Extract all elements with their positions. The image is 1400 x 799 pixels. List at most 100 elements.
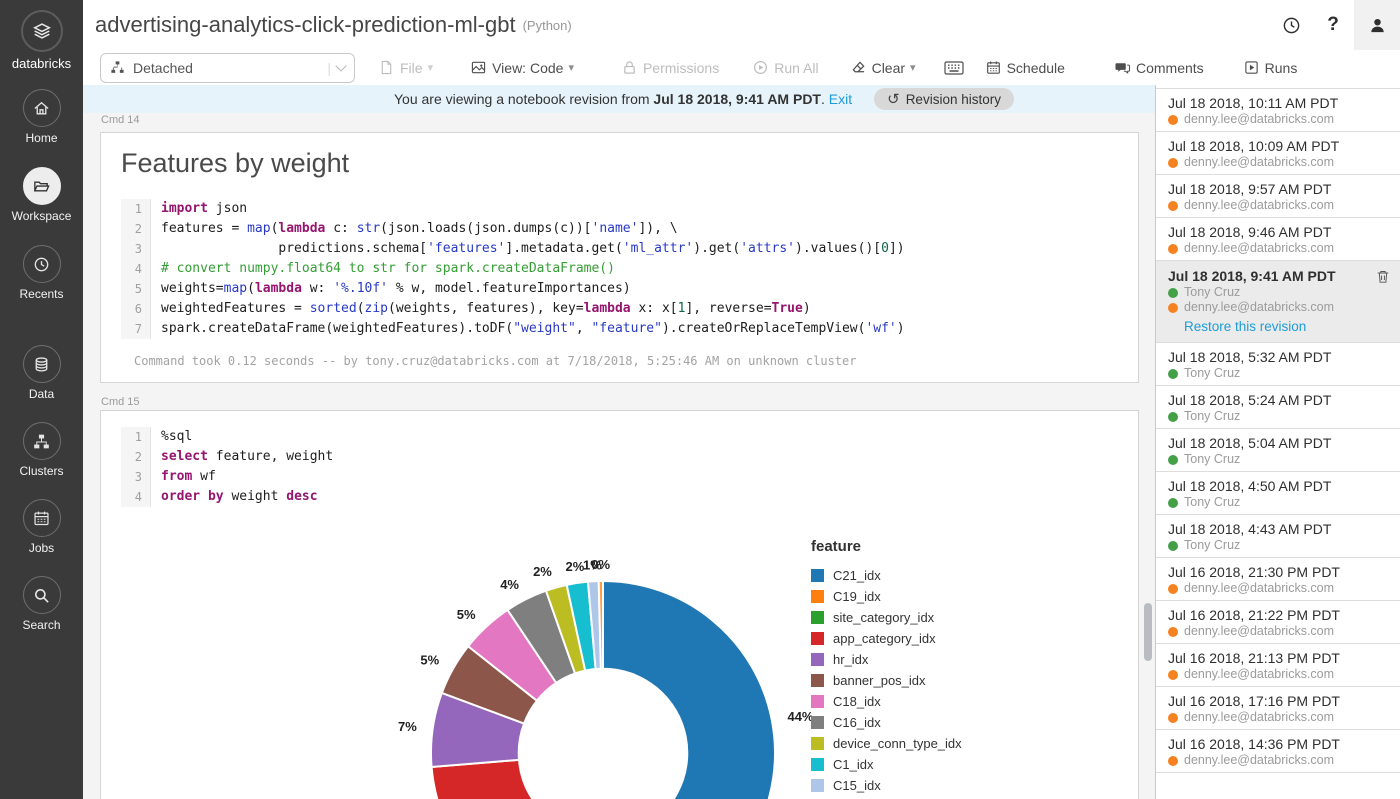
- code-line: 3 predictions.schema['features'].metadat…: [121, 239, 1118, 259]
- author-status-dot: [1168, 713, 1178, 723]
- help-icon[interactable]: ?: [1312, 14, 1354, 36]
- line-number: 6: [121, 299, 151, 319]
- code-editor[interactable]: 1%sql2select feature, weight3from wf4ord…: [121, 427, 1118, 507]
- code-line: 2select feature, weight: [121, 447, 1118, 467]
- revision-item[interactable]: Jul 18 2018, 5:04 AM PDTTony Cruz: [1156, 429, 1400, 472]
- feature-weight-chart: 44%11%10%9%7%5%5%4%2%2%1%0% feature C21_…: [101, 526, 1138, 799]
- author-name: denny.lee@databricks.com: [1184, 710, 1334, 725]
- pie-slice-C21_idx[interactable]: [603, 581, 775, 799]
- revision-item[interactable]: Jul 16 2018, 21:30 PM PDTdenny.lee@datab…: [1156, 558, 1400, 601]
- author-status-dot: [1168, 288, 1178, 298]
- legend-label: C19_idx: [833, 589, 881, 604]
- revision-item[interactable]: Jul 18 2018, 10:09 AM PDTdenny.lee@datab…: [1156, 132, 1400, 175]
- revision-item[interactable]: Jul 18 2018, 5:32 AM PDTTony Cruz: [1156, 343, 1400, 386]
- shortcuts-button[interactable]: [944, 61, 970, 75]
- header-icons: ?: [1270, 0, 1400, 50]
- legend-item-hr_idx[interactable]: hr_idx: [811, 649, 962, 670]
- revision-item[interactable]: Jul 16 2018, 21:13 PM PDTdenny.lee@datab…: [1156, 644, 1400, 687]
- clock-icon[interactable]: [1270, 16, 1312, 35]
- sidebar-item-home[interactable]: Home: [12, 89, 72, 145]
- legend-item-C15_idx[interactable]: C15_idx: [811, 775, 962, 796]
- revision-author: Tony Cruz: [1168, 538, 1388, 553]
- author-status-dot: [1168, 627, 1178, 637]
- view-menu[interactable]: View: Code▾: [471, 60, 574, 76]
- legend-swatch: [811, 716, 824, 729]
- slice-label: 2%: [565, 559, 584, 574]
- legend-item-C18_idx[interactable]: C18_idx: [811, 691, 962, 712]
- revision-item[interactable]: Jul 16 2018, 14:36 PM PDTdenny.lee@datab…: [1156, 730, 1400, 773]
- notebook-cell-cmd14[interactable]: Features by weight 1import json2features…: [100, 132, 1139, 383]
- author-name: denny.lee@databricks.com: [1184, 624, 1334, 639]
- legend-swatch: [811, 653, 824, 666]
- sidebar-item-recents[interactable]: Recents: [12, 245, 72, 301]
- legend-item-C1_idx[interactable]: C1_idx: [811, 754, 962, 775]
- notebook-header: advertising-analytics-click-prediction-m…: [83, 0, 1400, 50]
- notebook-language: (Python): [523, 18, 572, 33]
- sidebar-item-search[interactable]: Search: [12, 576, 72, 632]
- notebook-scroll-area[interactable]: Cmd 14 Features by weight 1import json2f…: [83, 113, 1155, 799]
- recents-icon: [23, 245, 61, 283]
- code-editor[interactable]: 1import json2features = map(lambda c: st…: [121, 199, 1118, 339]
- comments-button[interactable]: Comments: [1115, 60, 1204, 76]
- cell-markdown-title: Features by weight: [121, 145, 1118, 181]
- line-number: 5: [121, 279, 151, 299]
- notebook-cell-cmd15[interactable]: 1%sql2select feature, weight3from wf4ord…: [100, 410, 1139, 799]
- line-number: 1: [121, 427, 151, 447]
- revision-item[interactable]: Jul 16 2018, 17:16 PM PDTdenny.lee@datab…: [1156, 687, 1400, 730]
- legend-item-device_conn_type_idx[interactable]: device_conn_type_idx: [811, 733, 962, 754]
- revision-date: Jul 18 2018, 9:46 AM PDT: [1168, 223, 1388, 241]
- sidebar-item-workspace[interactable]: Workspace: [12, 167, 72, 223]
- revision-item[interactable]: Jul 18 2018, 9:46 AM PDTdenny.lee@databr…: [1156, 218, 1400, 261]
- run-all-button[interactable]: Run All: [753, 60, 818, 76]
- sidebar-nav: Home Workspace Recents Data Clusters Jobs Sear…: [12, 71, 72, 632]
- clear-menu[interactable]: Clear▾: [851, 60, 916, 76]
- permissions-button[interactable]: Permissions: [622, 60, 719, 76]
- cluster-attach-dropdown[interactable]: Detached |: [100, 53, 355, 83]
- sidebar-item-jobs[interactable]: Jobs: [12, 499, 72, 555]
- revision-date: Jul 16 2018, 21:13 PM PDT: [1168, 649, 1388, 667]
- author-name: denny.lee@databricks.com: [1184, 198, 1334, 213]
- legend-item-site_category_idx[interactable]: site_category_idx: [811, 607, 962, 628]
- revision-date: Jul 18 2018, 10:11 AM PDT: [1168, 94, 1388, 112]
- legend-label: C21_idx: [833, 568, 881, 583]
- exit-revision-link[interactable]: Exit: [829, 91, 852, 107]
- revision-author: denny.lee@databricks.com: [1168, 753, 1388, 768]
- legend-item-C16_idx[interactable]: C16_idx: [811, 712, 962, 733]
- legend-label: device_conn_type_idx: [833, 736, 962, 751]
- revision-date: Jul 16 2018, 14:36 PM PDT: [1168, 735, 1388, 753]
- feature-donut-chart[interactable]: 44%11%10%9%7%5%5%4%2%2%1%0%: [101, 526, 1138, 799]
- calendar-icon: [986, 60, 1001, 75]
- restore-revision-link[interactable]: Restore this revision: [1184, 318, 1388, 336]
- databricks-logo[interactable]: databricks: [12, 10, 71, 71]
- legend-item-banner_pos_idx[interactable]: banner_pos_idx: [811, 670, 962, 691]
- revision-item[interactable]: Jul 18 2018, 9:41 AM PDTTony Cruzdenny.l…: [1156, 261, 1400, 343]
- legend-swatch: [811, 632, 824, 645]
- revision-history-button[interactable]: ↺ Revision history: [874, 88, 1014, 110]
- revision-item[interactable]: Jul 18 2018, 4:43 AM PDTTony Cruz: [1156, 515, 1400, 558]
- revision-author: denny.lee@databricks.com: [1168, 300, 1388, 315]
- revision-item[interactable]: Jul 18 2018, 4:50 AM PDTTony Cruz: [1156, 472, 1400, 515]
- sidebar-item-data[interactable]: Data: [12, 345, 72, 401]
- revision-author: denny.lee@databricks.com: [1168, 581, 1388, 596]
- revision-item[interactable]: Jul 18 2018, 5:24 AM PDTTony Cruz: [1156, 386, 1400, 429]
- user-icon[interactable]: [1356, 16, 1398, 35]
- databricks-app: databricks Home Workspace Recents Data Clust…: [0, 0, 1400, 799]
- schedule-button[interactable]: Schedule: [986, 60, 1065, 76]
- data-icon: [23, 345, 61, 383]
- sidebar-item-clusters[interactable]: Clusters: [12, 422, 72, 478]
- legend-item-C21_idx[interactable]: C21_idx: [811, 565, 962, 586]
- runs-icon: [1244, 60, 1259, 75]
- revision-item[interactable]: Jul 16 2018, 21:22 PM PDTdenny.lee@datab…: [1156, 601, 1400, 644]
- revision-author: denny.lee@databricks.com: [1168, 710, 1388, 725]
- file-menu[interactable]: File▾: [379, 60, 433, 76]
- revision-item[interactable]: Jul 18 2018, 10:11 AM PDTdenny.lee@datab…: [1156, 89, 1400, 132]
- slice-label: 44%: [787, 709, 813, 724]
- vertical-scrollbar[interactable]: [1144, 603, 1152, 661]
- header-corner: [1354, 0, 1400, 50]
- workspace-icon: [23, 167, 61, 205]
- legend-item-app_category_idx[interactable]: app_category_idx: [811, 628, 962, 649]
- delete-revision-icon[interactable]: [1376, 269, 1390, 284]
- revision-item[interactable]: Jul 18 2018, 9:57 AM PDTdenny.lee@databr…: [1156, 175, 1400, 218]
- legend-item-C19_idx[interactable]: C19_idx: [811, 586, 962, 607]
- runs-button[interactable]: Runs: [1244, 60, 1298, 76]
